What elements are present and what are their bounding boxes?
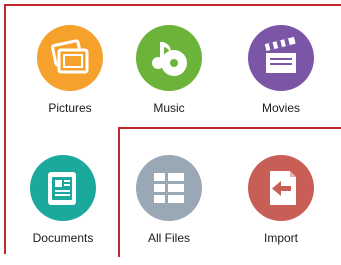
import-icon <box>248 155 314 221</box>
import-label: Import <box>263 231 298 245</box>
music-icon <box>136 25 202 91</box>
pictures-icon <box>37 25 103 91</box>
movies-label: Movies <box>261 101 300 115</box>
music-tile[interactable]: Music <box>114 25 224 135</box>
movies-tile[interactable]: Movies <box>226 25 336 135</box>
all-files-tile[interactable]: All Files <box>114 155 224 265</box>
movies-icon <box>248 25 314 91</box>
pictures-tile[interactable]: Pictures <box>15 25 125 135</box>
documents-icon <box>30 155 96 221</box>
import-tile[interactable]: Import <box>226 155 336 265</box>
music-label: Music <box>153 101 185 115</box>
pictures-label: Pictures <box>48 101 92 115</box>
documents-tile[interactable]: Documents <box>8 155 118 265</box>
all-files-label: All Files <box>147 231 190 245</box>
all-files-icon <box>136 155 202 221</box>
documents-label: Documents <box>32 231 94 245</box>
